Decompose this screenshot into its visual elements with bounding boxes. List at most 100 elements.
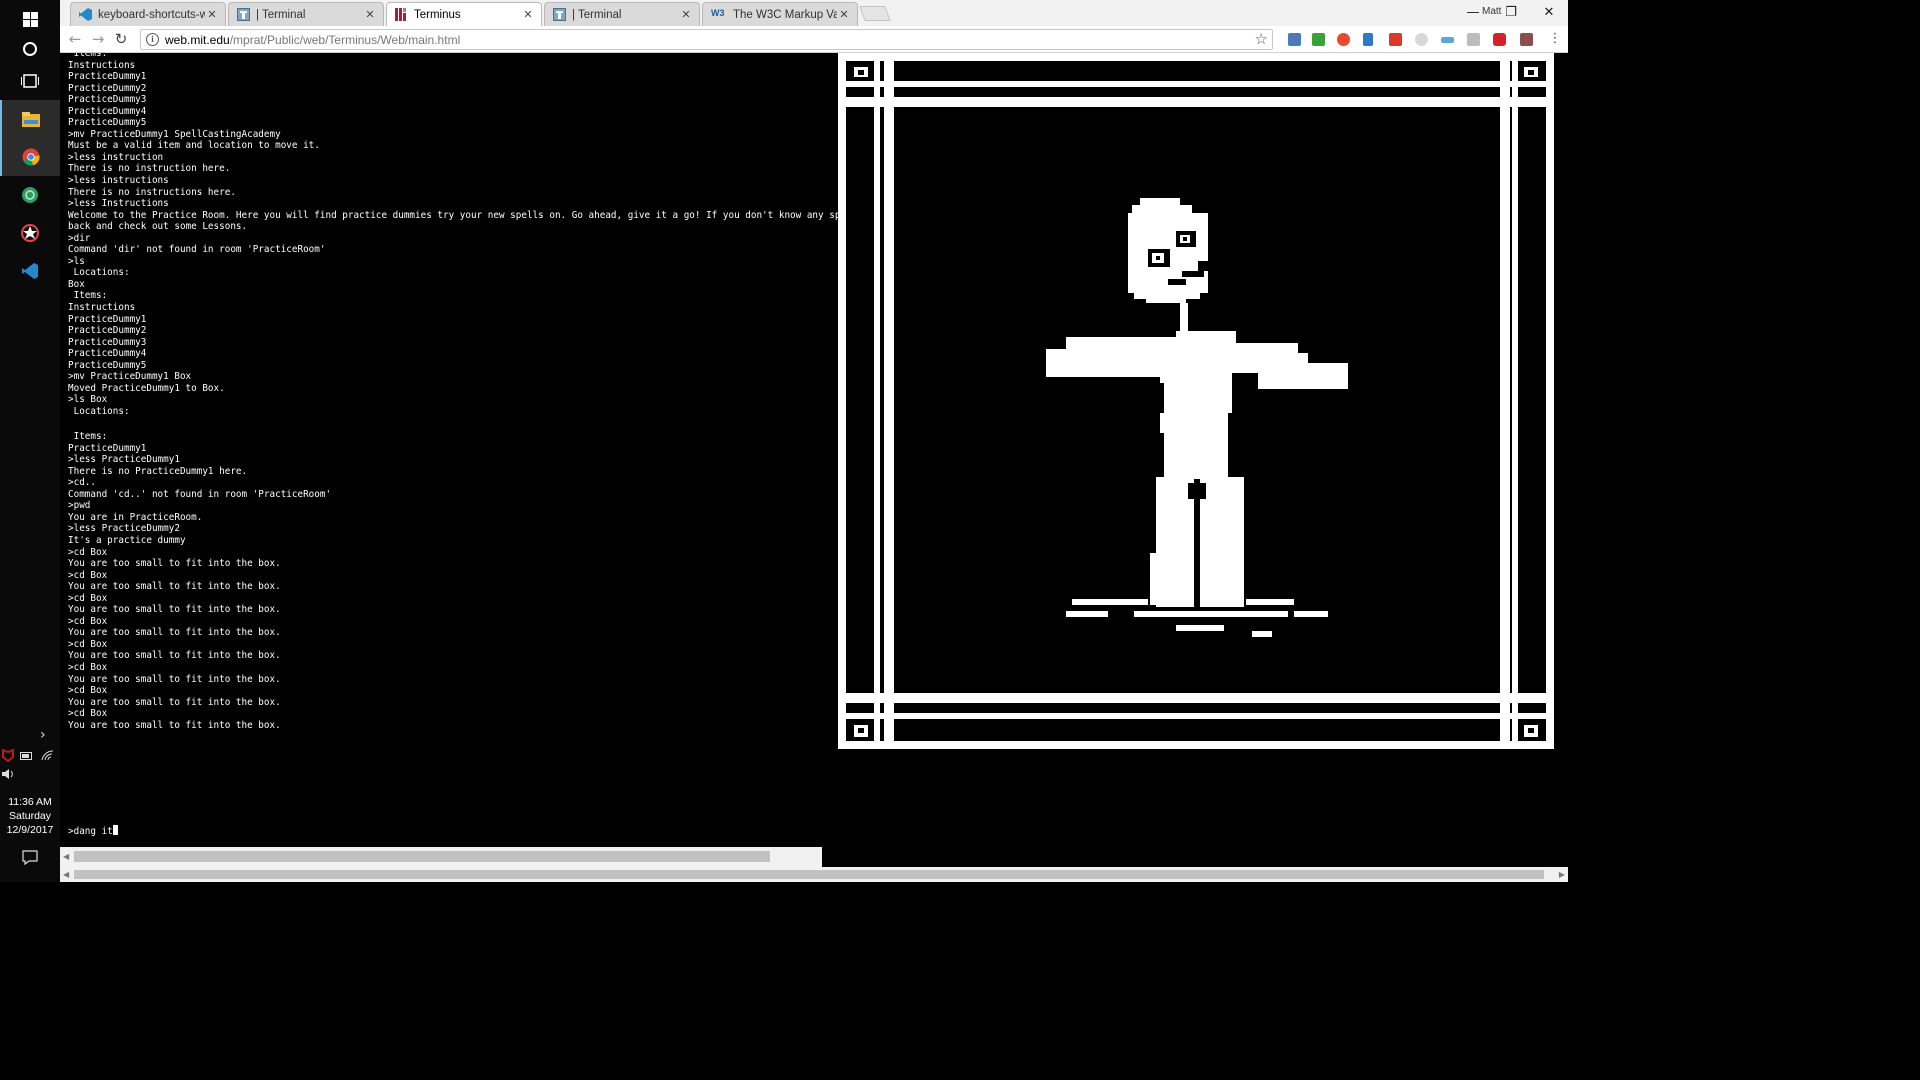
- terminal-horizontal-scrollbar[interactable]: ◀: [60, 847, 822, 867]
- minimize-button[interactable]: —: [1454, 0, 1492, 24]
- terminal-line: You are too small to fit into the box.: [68, 650, 281, 662]
- terminal-line: PracticeDummy2: [68, 325, 147, 337]
- terminal-line: >cd Box: [68, 615, 108, 627]
- checkmark-extension-icon[interactable]: [1312, 33, 1325, 46]
- tab-terminal-1[interactable]: | Terminal ✕: [228, 2, 384, 26]
- tab-keyboard-shortcuts[interactable]: keyboard-shortcuts-winc ✕: [70, 2, 226, 26]
- volume-icon[interactable]: [1, 768, 15, 783]
- terminal-lines: Items: Instructions PracticeDummy1 Practice…: [68, 53, 838, 731]
- greek-key-frame-art: [838, 53, 1554, 749]
- terminal-line: >cd Box: [68, 662, 108, 674]
- tab-terminal-2[interactable]: | Terminal ✕: [544, 2, 700, 26]
- restore-button[interactable]: ❐: [1492, 0, 1530, 24]
- tab-title: keyboard-shortcuts-winc: [98, 8, 205, 21]
- terminal-line: >cd Box: [68, 638, 108, 650]
- terminal-line: PracticeDummy4: [68, 105, 147, 117]
- action-center-icon[interactable]: [22, 850, 38, 868]
- v-extension-icon[interactable]: [1363, 33, 1373, 46]
- terminal-line: Locations:: [68, 267, 130, 279]
- terminal-line: >less instruction: [68, 151, 164, 163]
- terminal-line: Command 'dir' not found in room 'Practic…: [68, 244, 326, 256]
- terminal-line: >cd Box: [68, 685, 108, 697]
- terminus-doc-icon: [553, 8, 566, 21]
- terminal-line: Instructions: [68, 59, 136, 71]
- address-bar[interactable]: i web.mit.edu/mprat/Public/web/Terminus/…: [140, 29, 1273, 50]
- extension-icon[interactable]: [1415, 33, 1428, 46]
- extension-icon[interactable]: [1520, 33, 1533, 46]
- terminal-line: PracticeDummy4: [68, 348, 147, 360]
- scroll-left-arrow-icon[interactable]: ◀: [63, 849, 69, 864]
- terminal-line: >mv PracticeDummy1 SpellCastingAcademy: [68, 128, 281, 140]
- file-explorer-icon[interactable]: [0, 100, 60, 138]
- scroll-left-arrow-icon[interactable]: ◀: [63, 867, 69, 882]
- terminal-line: >cd Box: [68, 708, 108, 720]
- system-clock[interactable]: 11:36 AM Saturday 12/9/2017: [0, 795, 60, 837]
- text-cursor: [112, 825, 118, 835]
- close-tab-icon[interactable]: ✕: [679, 8, 693, 21]
- info-icon[interactable]: i: [146, 33, 159, 46]
- forward-arrow-icon[interactable]: →: [87, 29, 109, 49]
- terminal-line: You are too small to fit into the box.: [68, 581, 281, 593]
- terminal-line: Welcome to the Practice Room. Here you w…: [68, 209, 838, 221]
- windows-taskbar: › 11:36 AM Saturday 12/9/2017: [0, 0, 60, 882]
- bookmark-star-icon[interactable]: ☆: [1255, 30, 1268, 48]
- extension-icon[interactable]: [1337, 33, 1350, 46]
- battery-icon[interactable]: [20, 750, 33, 764]
- tab-title: Terminus: [414, 8, 461, 21]
- terminal-line: Items:: [68, 290, 108, 302]
- mcafee-icon[interactable]: [2, 748, 14, 765]
- close-window-button[interactable]: ✕: [1530, 0, 1568, 24]
- close-tab-icon[interactable]: ✕: [837, 8, 851, 21]
- terminal-line: >less PracticeDummy1: [68, 454, 180, 466]
- chevron-up-icon[interactable]: ›: [40, 727, 46, 743]
- terminal-prompt[interactable]: >dang it: [68, 825, 118, 837]
- url-text[interactable]: web.mit.edu/mprat/Public/web/Terminus/We…: [165, 33, 460, 47]
- back-arrow-icon[interactable]: ←: [64, 29, 86, 49]
- terminal-line: PracticeDummy1: [68, 313, 147, 325]
- scrollbar-thumb[interactable]: [74, 870, 1544, 879]
- tab-terminus[interactable]: Terminus ✕: [386, 2, 542, 26]
- close-tab-icon[interactable]: ✕: [363, 8, 377, 21]
- terminal-line: PracticeDummy1: [68, 442, 147, 454]
- terminal-line: Box: [68, 278, 85, 290]
- terminal-line: PracticeDummy5: [68, 359, 147, 371]
- terminal-line: >pwd: [68, 500, 91, 512]
- close-tab-icon[interactable]: ✕: [205, 8, 219, 21]
- terminal-line: >less Instructions: [68, 198, 169, 210]
- tab-title: The W3C Markup Validat: [733, 8, 837, 21]
- terminal-line: You are too small to fit into the box.: [68, 719, 281, 731]
- new-tab-button[interactable]: [859, 6, 891, 21]
- vscode-icon[interactable]: [0, 252, 60, 290]
- terminal-line: >ls: [68, 255, 85, 267]
- wifi-icon[interactable]: [41, 750, 54, 764]
- tab-title: | Terminal: [256, 8, 306, 21]
- extension-icon[interactable]: [1441, 37, 1454, 43]
- terminal-input[interactable]: >dang it: [68, 826, 113, 837]
- settings-icon[interactable]: [0, 214, 60, 252]
- bookmark-extension-icon[interactable]: [1389, 33, 1402, 46]
- terminal-line: It's a practice dummy: [68, 535, 186, 547]
- menu-icon[interactable]: ⋮: [1544, 29, 1566, 49]
- scrollbar-thumb[interactable]: [74, 851, 770, 862]
- extension-icon[interactable]: [1493, 33, 1506, 46]
- clock-day: Saturday: [8, 810, 52, 822]
- terminal-line: PracticeDummy2: [68, 82, 147, 94]
- chrome-icon[interactable]: [0, 138, 60, 176]
- browser-tab-strip: keyboard-shortcuts-winc ✕ | Terminal ✕ T…: [60, 0, 1568, 26]
- tab-w3c-validator[interactable]: W3 The W3C Markup Validat ✕: [702, 2, 858, 26]
- task-view-icon[interactable]: [0, 62, 60, 100]
- reload-icon[interactable]: ↻: [110, 29, 132, 49]
- mit-icon: [395, 8, 408, 21]
- scroll-right-arrow-icon[interactable]: ▶: [1559, 867, 1565, 882]
- terminal-line: >less PracticeDummy2: [68, 523, 180, 535]
- vscode-icon: [79, 8, 92, 21]
- clock-date: 12/9/2017: [6, 824, 54, 836]
- app-icon[interactable]: [0, 176, 60, 214]
- close-tab-icon[interactable]: ✕: [521, 8, 535, 21]
- page-horizontal-scrollbar[interactable]: ◀ ▶: [60, 867, 1568, 882]
- h-extension-icon[interactable]: [1467, 33, 1480, 46]
- terminal-output[interactable]: Items: Instructions PracticeDummy1 Practice…: [60, 53, 838, 847]
- terminal-line: >ls Box: [68, 394, 108, 406]
- extension-icon[interactable]: [1288, 33, 1301, 46]
- terminal-line: There is no PracticeDummy1 here.: [68, 465, 248, 477]
